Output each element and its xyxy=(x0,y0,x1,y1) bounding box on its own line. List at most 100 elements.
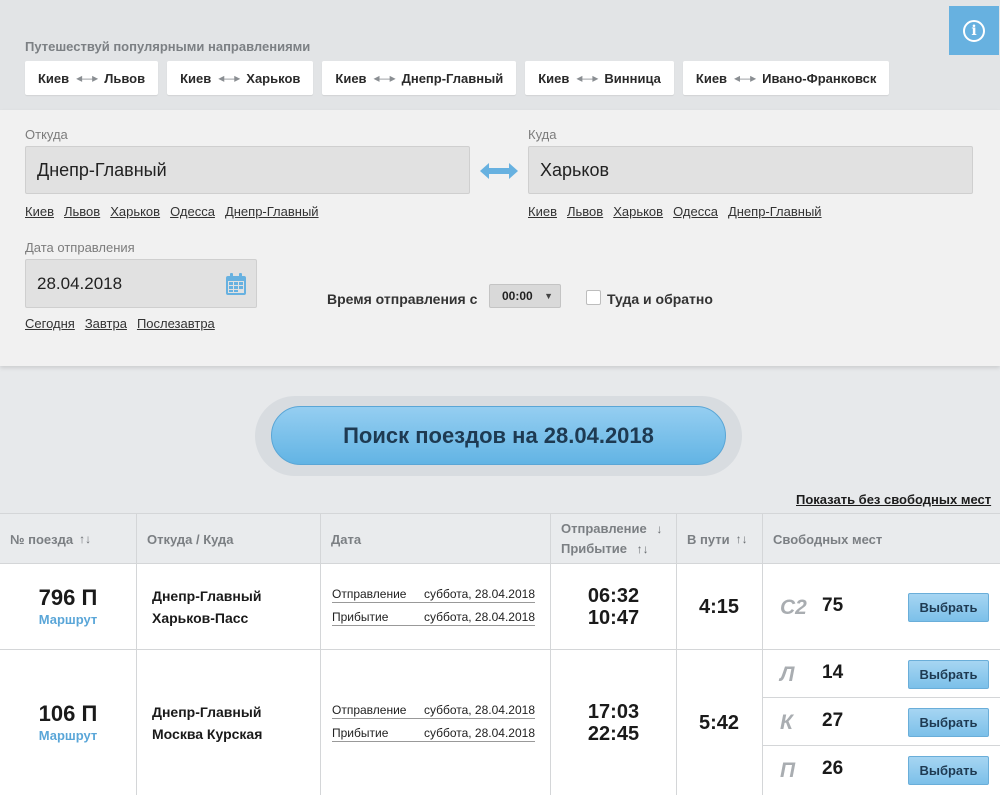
from-station-input[interactable]: Днепр-Главный xyxy=(25,146,470,194)
quick-station-link[interactable]: Львов xyxy=(64,204,100,219)
choose-button[interactable]: Выбрать xyxy=(908,708,989,737)
departure-date-label: Отправление xyxy=(332,703,407,717)
sort-icon[interactable]: ↑↓ xyxy=(736,532,748,546)
header-label: Свободных мест xyxy=(773,531,883,547)
from-station: Днепр-Главный xyxy=(152,588,262,604)
arrival-date-value: суббота, 28.04.2018 xyxy=(423,610,535,624)
seat-class-row: К 27 Выбрать xyxy=(763,698,1000,746)
results-table: № поезда ↑↓ Откуда / Куда Дата Отправлен… xyxy=(0,513,1000,795)
quick-station-link[interactable]: Киев xyxy=(528,204,557,219)
header-departure-arrival[interactable]: Отправление ↓ Прибытие ↑↓ xyxy=(551,514,677,564)
search-trains-button[interactable]: Поиск поездов на 28.04.2018 xyxy=(271,406,726,465)
popular-routes-section: Путешествуй популярными направлениями Ки… xyxy=(0,0,1000,110)
bidirectional-arrow-icon: ◂—▸ xyxy=(218,71,240,85)
route-to: Винница xyxy=(604,70,661,86)
route-chip-kiev-kharkiv[interactable]: Киев ◂—▸ Харьков xyxy=(167,61,314,95)
bidirectional-arrow-icon: ◂—▸ xyxy=(576,71,598,85)
departure-date-value: суббота, 28.04.2018 xyxy=(423,587,535,601)
cell-train: 796 П Маршрут xyxy=(0,564,137,649)
route-to: Ивано-Франковск xyxy=(762,70,877,86)
departure-date-line: Отправление суббота, 28.04.2018 xyxy=(332,587,535,603)
info-button[interactable]: i xyxy=(949,6,999,55)
header-date: Дата xyxy=(321,514,551,564)
sort-desc-icon[interactable]: ↓ xyxy=(656,522,662,536)
route-from: Киев xyxy=(38,70,70,86)
from-quick-stations: Киев Львов Харьков Одесса Днепр-Главный xyxy=(25,204,329,219)
choose-button[interactable]: Выбрать xyxy=(908,756,989,785)
quick-station-link[interactable]: Днепр-Главный xyxy=(225,204,319,219)
to-label: Куда xyxy=(528,127,557,142)
route-from: Киев xyxy=(180,70,212,86)
route-chip-kiev-ivano-frankivsk[interactable]: Киев ◂—▸ Ивано-Франковск xyxy=(682,61,890,95)
header-train-number[interactable]: № поезда ↑↓ xyxy=(0,514,137,564)
route-chip-kiev-dnipro[interactable]: Киев ◂—▸ Днепр-Главный xyxy=(322,61,517,95)
departure-time-select[interactable]: 00:00 ▼ xyxy=(489,284,561,308)
swap-stations-icon[interactable] xyxy=(478,161,520,181)
arrival-date-value: суббота, 28.04.2018 xyxy=(423,726,535,740)
route-from: Киев xyxy=(538,70,570,86)
seat-count: 14 xyxy=(822,662,844,683)
arrival-date-label: Прибытие xyxy=(332,610,389,624)
quick-station-link[interactable]: Днепр-Главный xyxy=(728,204,822,219)
route-to: Харьков xyxy=(246,70,301,86)
choose-button[interactable]: Выбрать xyxy=(908,593,989,622)
date-after-tomorrow-link[interactable]: Послезавтра xyxy=(137,316,215,331)
choose-button[interactable]: Выбрать xyxy=(908,660,989,689)
date-label: Дата отправления xyxy=(25,240,135,255)
quick-station-link[interactable]: Одесса xyxy=(170,204,215,219)
seat-count: 75 xyxy=(822,595,844,616)
route-chip-kiev-vinnytsia[interactable]: Киев ◂—▸ Винница xyxy=(525,61,674,95)
departure-date-label: Отправление xyxy=(332,587,407,601)
date-input[interactable]: 28.04.2018 xyxy=(25,259,257,308)
bidirectional-arrow-icon: ◂—▸ xyxy=(76,71,98,85)
roundtrip-label[interactable]: Туда и обратно xyxy=(607,291,713,307)
header-duration[interactable]: В пути ↑↓ xyxy=(677,514,763,564)
sort-icon[interactable]: ↑↓ xyxy=(637,542,649,556)
quick-station-link[interactable]: Одесса xyxy=(673,204,718,219)
route-to: Днепр-Главный xyxy=(401,70,504,86)
to-quick-stations: Киев Львов Харьков Одесса Днепр-Главный xyxy=(528,204,832,219)
header-label: Отправление xyxy=(561,521,647,536)
quick-station-link[interactable]: Харьков xyxy=(613,204,663,219)
table-header: № поезда ↑↓ Откуда / Куда Дата Отправлен… xyxy=(0,513,1000,564)
travel-duration: 5:42 xyxy=(698,712,740,734)
route-link[interactable]: Маршрут xyxy=(0,612,136,627)
search-form: Откуда Днепр-Главный Киев Львов Харьков … xyxy=(0,110,1000,366)
date-today-link[interactable]: Сегодня xyxy=(25,316,75,331)
to-station-input[interactable]: Харьков xyxy=(528,146,973,194)
from-station: Днепр-Главный xyxy=(152,704,262,720)
seat-class: П xyxy=(780,759,796,782)
quick-station-link[interactable]: Харьков xyxy=(110,204,160,219)
seat-class-row: Л 14 Выбрать xyxy=(763,650,1000,698)
bidirectional-arrow-icon: ◂—▸ xyxy=(373,71,396,85)
sort-icon[interactable]: ↑↓ xyxy=(79,532,91,546)
train-number: 796 П xyxy=(38,585,98,610)
header-departure-line: Отправление ↓ xyxy=(561,519,662,539)
date-quick-links: Сегодня Завтра Послезавтра xyxy=(25,316,225,331)
calendar-icon[interactable] xyxy=(225,273,247,296)
arrival-date-line: Прибытие суббота, 28.04.2018 xyxy=(332,610,535,626)
seat-class: С2 xyxy=(780,596,807,619)
table-row: 796 П Маршрут Днепр-Главный Харьков-Пасс… xyxy=(0,564,1000,650)
quick-station-link[interactable]: Львов xyxy=(567,204,603,219)
header-label: В пути xyxy=(687,531,730,547)
quick-station-link[interactable]: Киев xyxy=(25,204,54,219)
row-times: 17:03 22:45 xyxy=(551,701,676,745)
departure-date-line: Отправление суббота, 28.04.2018 xyxy=(332,703,535,719)
route-from: Киев xyxy=(335,70,367,86)
header-label: Откуда / Куда xyxy=(147,531,234,547)
arrival-time: 10:47 xyxy=(587,607,640,629)
roundtrip-checkbox[interactable] xyxy=(586,290,601,305)
cell-train: 106 П Маршрут xyxy=(0,650,137,795)
cell-date xyxy=(321,650,551,795)
cell-date xyxy=(321,564,551,649)
route-link[interactable]: Маршрут xyxy=(0,728,136,743)
show-without-seats-link[interactable]: Показать без свободных мест xyxy=(796,492,991,507)
row-stations: Днепр-Главный Москва Курская xyxy=(152,701,262,745)
arrival-date-label: Прибытие xyxy=(332,726,389,740)
route-chip-kiev-lviv[interactable]: Киев ◂—▸ Львов xyxy=(25,61,159,95)
header-from-to: Откуда / Куда xyxy=(137,514,321,564)
header-arrival-line: Прибытие ↑↓ xyxy=(561,539,649,559)
date-tomorrow-link[interactable]: Завтра xyxy=(85,316,127,331)
header-label: Прибытие xyxy=(561,541,627,556)
